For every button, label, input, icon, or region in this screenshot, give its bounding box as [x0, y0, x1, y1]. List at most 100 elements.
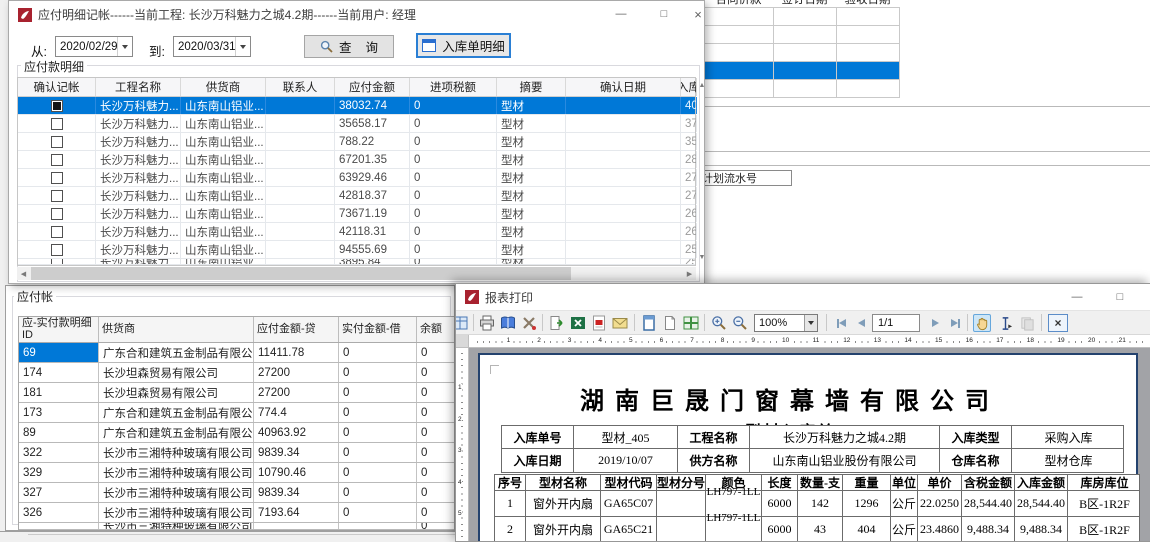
multi-page-icon[interactable] [682, 314, 700, 332]
chevron-down-icon[interactable] [235, 37, 250, 56]
table-row[interactable] [705, 44, 900, 62]
next-page-icon[interactable] [926, 314, 944, 332]
table-row[interactable]: 329长沙市三湘特种玻璃有限公司10790.4600 [19, 463, 455, 483]
column-header[interactable]: 供货商 [99, 317, 254, 342]
last-page-icon[interactable] [946, 314, 964, 332]
table-row[interactable]: 181长沙坦森贸易有限公司2720000 [19, 383, 455, 403]
checkbox[interactable] [51, 208, 63, 220]
table-row[interactable]: 长沙万科魅力...山东南山铝业...67201.350型材283 [18, 151, 695, 169]
inbound-detail-button[interactable]: 入库单明细 [416, 33, 511, 58]
single-page-icon[interactable] [661, 314, 679, 332]
text-select-icon[interactable] [996, 314, 1014, 332]
maximize-button[interactable]: □ [648, 2, 680, 26]
column-header[interactable]: 余额 [417, 317, 455, 342]
table-row[interactable]: 89广东合和建筑五金制品有限公司40963.9200 [19, 423, 455, 443]
to-date-picker[interactable]: 2020/03/31 [173, 36, 251, 57]
column-header[interactable]: 应-实付款明细ID [19, 317, 99, 342]
table-row[interactable]: 173广东合和建筑五金制品有限公司774.400 [19, 403, 455, 423]
table-row[interactable]: 69广东合和建筑五金制品有限公司11411.7800 [19, 343, 455, 363]
page-number-field[interactable]: 1/1 [872, 314, 920, 332]
column-header[interactable]: 应付金额 [335, 78, 410, 96]
column-header[interactable]: 应付金额-贷 [254, 317, 339, 342]
checkbox[interactable] [51, 118, 63, 130]
checkbox[interactable] [51, 190, 63, 202]
table-row[interactable]: 长沙万科魅力...山东南山铝业...3895.840型材250 [18, 259, 695, 265]
scroll-down-icon[interactable]: ▼ [696, 251, 708, 263]
zoom-level-combo[interactable]: 100% [754, 314, 818, 332]
table-row[interactable]: 长沙万科魅力...山东南山铝业...38032.740型材405 [18, 97, 695, 115]
excel-export-icon[interactable] [569, 314, 587, 332]
title-bar[interactable]: 报表打印 [456, 284, 1150, 311]
tools-icon[interactable] [520, 314, 538, 332]
checkbox[interactable] [51, 154, 63, 166]
column-header[interactable]: 入库 [681, 78, 697, 96]
column-header[interactable]: 联系人 [266, 78, 335, 96]
table-row[interactable] [705, 8, 900, 26]
scrollbar-thumb[interactable] [31, 267, 571, 280]
title-bar[interactable]: 应付明细记帐------当前工程: 长沙万科魅力之城4.2期------当前用户… [9, 1, 704, 28]
table-row[interactable]: 327长沙市三湘特种玻璃有限公司9839.3400 [19, 483, 455, 503]
table-row[interactable]: 322长沙市三湘特种玻璃有限公司9839.3400 [19, 443, 455, 463]
table-row[interactable] [705, 62, 900, 80]
pdf-export-icon[interactable] [590, 314, 608, 332]
minimize-button[interactable]: — [1061, 285, 1093, 309]
hand-tool-icon[interactable] [973, 314, 991, 332]
cell: 0 [410, 133, 497, 150]
table-row[interactable]: 长沙万科魅力...山东南山铝业...42118.310型材265 [18, 223, 695, 241]
design-grid-icon[interactable] [455, 314, 469, 332]
table-row[interactable]: 174长沙坦森贸易有限公司2720000 [19, 363, 455, 383]
table-row[interactable] [705, 80, 900, 98]
checkbox[interactable] [51, 259, 63, 264]
page-setup-icon[interactable] [640, 314, 658, 332]
print-icon[interactable] [478, 314, 496, 332]
first-page-icon[interactable] [832, 314, 850, 332]
table-row[interactable]: 长沙市三湘特种玻璃有限公司0 [19, 523, 455, 530]
checkbox[interactable] [51, 244, 63, 256]
print-preview-area[interactable]: 湖南巨晟门窗幕墙有限公司 型材入库单 入库单号型材_405工程名称长沙万科魅力之… [469, 348, 1150, 541]
column-header[interactable]: 实付金额-借 [339, 317, 417, 342]
close-button[interactable]: × [682, 2, 714, 26]
table-row[interactable]: 326长沙市三湘特种玻璃有限公司7193.6400 [19, 503, 455, 523]
table-row[interactable]: 长沙万科魅力...山东南山铝业...63929.460型材276 [18, 169, 695, 187]
table-row[interactable]: 长沙万科魅力...山东南山铝业...73671.190型材266 [18, 205, 695, 223]
close-button[interactable]: × [1140, 285, 1150, 309]
column-header[interactable]: 签订日期 [773, 0, 836, 7]
table-row[interactable]: 长沙万科魅力...山东南山铝业...42818.370型材275 [18, 187, 695, 205]
minimize-button[interactable]: — [605, 2, 637, 26]
query-button[interactable]: 查 询 [304, 35, 394, 58]
previous-page-icon[interactable] [852, 314, 870, 332]
table-row[interactable] [705, 26, 900, 44]
column-header[interactable]: 验收日期 [836, 0, 899, 7]
vertical-scrollbar[interactable]: ▲ ▼ [696, 77, 708, 265]
column-header[interactable]: 摘要 [497, 78, 566, 96]
scroll-right-icon[interactable]: ▶ [683, 267, 696, 280]
column-header[interactable]: 确认记帐 [18, 78, 96, 96]
maximize-button[interactable]: □ [1104, 285, 1136, 309]
plan-serial-field[interactable]: 计划流水号 [703, 170, 792, 186]
open-book-icon[interactable] [499, 314, 517, 332]
scroll-left-icon[interactable]: ◀ [17, 267, 30, 280]
column-header[interactable]: 合同价款 [704, 0, 773, 7]
copy-page-icon[interactable] [1018, 314, 1036, 332]
column-header[interactable]: 工程名称 [96, 78, 181, 96]
table-row[interactable]: 长沙万科魅力...山东南山铝业...35658.170型材376 [18, 115, 695, 133]
horizontal-scrollbar[interactable]: ◀ ▶ [17, 267, 696, 280]
export-icon[interactable] [548, 314, 566, 332]
zoom-out-icon[interactable] [731, 314, 749, 332]
table-row[interactable]: 长沙万科魅力...山东南山铝业...788.220型材358 [18, 133, 695, 151]
checkbox[interactable] [51, 172, 63, 184]
table-row[interactable]: 长沙万科魅力...山东南山铝业...94555.690型材251 [18, 241, 695, 259]
checkbox[interactable] [51, 136, 63, 148]
checkbox[interactable] [51, 226, 63, 238]
mail-icon[interactable] [611, 314, 629, 332]
from-date-picker[interactable]: 2020/02/29 [55, 36, 133, 57]
checkbox[interactable] [51, 100, 63, 112]
column-header[interactable]: 供货商 [181, 78, 266, 96]
column-header[interactable]: 确认日期 [566, 78, 681, 96]
chevron-down-icon[interactable] [804, 315, 817, 331]
close-preview-button[interactable]: × [1048, 314, 1068, 332]
scroll-up-icon[interactable]: ▲ [696, 79, 708, 91]
column-header[interactable]: 进项税额 [410, 78, 497, 96]
zoom-in-icon[interactable] [710, 314, 728, 332]
chevron-down-icon[interactable] [117, 37, 132, 56]
